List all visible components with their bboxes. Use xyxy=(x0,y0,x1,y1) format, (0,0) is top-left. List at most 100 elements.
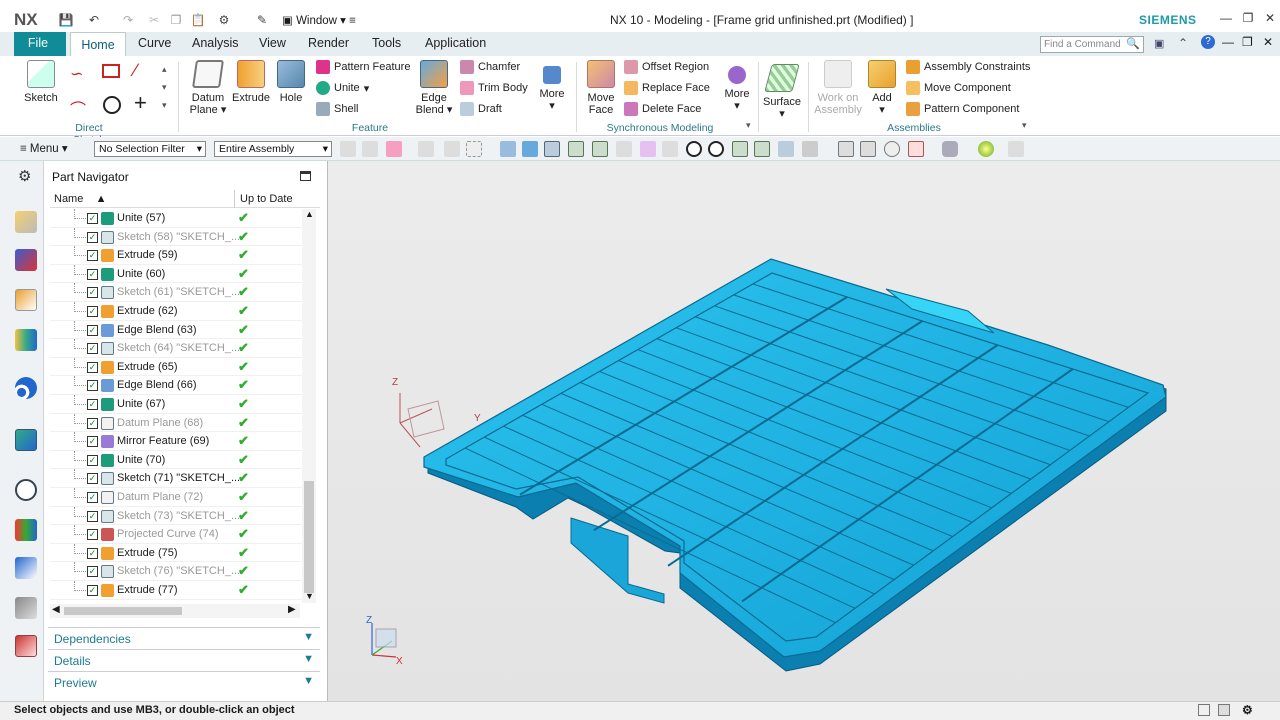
visibility-checkbox[interactable]: ✓ xyxy=(87,510,98,522)
details-section[interactable]: Details ▼ xyxy=(48,649,320,670)
visibility-checkbox[interactable]: ✓ xyxy=(87,417,98,429)
table-row[interactable]: ✓ Edge Blend (63) ✔ xyxy=(50,320,304,340)
table-row[interactable]: ✓ Extrude (62) ✔ xyxy=(50,302,304,321)
snap-icon[interactable] xyxy=(418,141,434,157)
help-icon[interactable]: ? xyxy=(1201,35,1215,49)
table-row[interactable]: ✓ Extrude (59) ✔ xyxy=(50,246,304,265)
table-row[interactable]: ✓ Extrude (77) ✔ xyxy=(50,581,304,600)
unite-button[interactable]: Unite ▾ xyxy=(316,81,369,95)
tab-tools[interactable]: Tools xyxy=(372,36,401,50)
scroll-thumb[interactable] xyxy=(304,481,314,593)
hole-button[interactable]: Hole xyxy=(274,60,308,104)
visibility-checkbox[interactable]: ✓ xyxy=(87,343,98,355)
visibility-checkbox[interactable]: ✓ xyxy=(87,473,98,485)
close-button[interactable]: ✕ xyxy=(1260,11,1280,29)
face-select-icon[interactable] xyxy=(544,141,560,157)
table-row[interactable]: ✓ Mirror Feature (69) ✔ xyxy=(50,432,304,451)
quadrant-point-icon[interactable] xyxy=(778,141,794,157)
table-row[interactable]: ✓ Unite (67) ✔ xyxy=(50,395,304,414)
visibility-checkbox[interactable]: ✓ xyxy=(87,566,98,578)
point-icon[interactable]: + xyxy=(134,90,147,116)
column-divider[interactable] xyxy=(234,190,235,208)
doc-restore-button[interactable]: ❐ xyxy=(1242,35,1253,49)
filter-icon[interactable] xyxy=(340,141,356,157)
pattern-feature-button[interactable]: Pattern Feature xyxy=(316,60,410,74)
edge-select-icon[interactable] xyxy=(568,141,584,157)
visibility-checkbox[interactable]: ✓ xyxy=(87,250,98,262)
table-row[interactable]: ✓ Unite (70) ✔ xyxy=(50,450,304,470)
part-navigator-icon[interactable] xyxy=(15,289,37,311)
curve-select-icon[interactable] xyxy=(592,141,608,157)
dependencies-section[interactable]: Dependencies ▼ xyxy=(48,627,320,648)
replace-face-button[interactable]: Replace Face xyxy=(624,81,710,95)
table-row[interactable]: ✓ Sketch (76) "SKETCH_... ✔ xyxy=(50,562,304,581)
visibility-checkbox[interactable]: ✓ xyxy=(87,585,98,596)
visibility-checkbox[interactable]: ✓ xyxy=(87,287,98,299)
name-column-header[interactable]: Name ▲ xyxy=(54,193,106,205)
circle-icon[interactable] xyxy=(103,96,121,114)
hd3d-tools-icon[interactable] xyxy=(15,377,37,399)
trim-body-button[interactable]: Trim Body xyxy=(460,81,528,95)
table-row[interactable]: ✓ Unite (60) ✔ xyxy=(50,264,304,284)
extrude-button[interactable]: Extrude xyxy=(232,60,270,104)
point-on-curve-icon[interactable] xyxy=(616,141,632,157)
selection-scope-dropdown[interactable]: Entire Assembly ▾ xyxy=(214,141,332,157)
arc-center-icon[interactable] xyxy=(708,141,724,157)
tab-curve[interactable]: Curve xyxy=(138,36,171,50)
table-row[interactable]: ✓ Extrude (65) ✔ xyxy=(50,357,304,377)
table-row[interactable]: ✓ Sketch (64) "SKETCH_... ✔ xyxy=(50,339,304,358)
scroll-down-icon[interactable]: ▼ xyxy=(305,591,314,601)
visibility-checkbox[interactable]: ✓ xyxy=(87,213,98,224)
history-icon[interactable] xyxy=(15,479,37,501)
frame-grid-part[interactable] xyxy=(423,258,1167,672)
tab-render[interactable]: Render xyxy=(308,36,349,50)
cut-icon[interactable]: ✂ xyxy=(146,12,162,28)
feature-select-icon[interactable] xyxy=(500,141,516,157)
work-on-assembly-button[interactable]: Work on Assembly xyxy=(814,60,862,116)
sketch-button[interactable]: Sketch xyxy=(22,60,60,104)
selection-filter-dropdown[interactable]: No Selection Filter ▾ xyxy=(94,141,206,157)
visibility-checkbox[interactable]: ✓ xyxy=(87,492,98,503)
table-row[interactable]: ✓ Sketch (73) "SKETCH_... ✔ xyxy=(50,506,304,526)
copy-icon[interactable]: ❐ xyxy=(168,12,184,28)
graphics-window[interactable]: Z Y Z X xyxy=(328,161,1280,701)
visibility-checkbox[interactable]: ✓ xyxy=(87,454,98,466)
visibility-checkbox[interactable]: ✓ xyxy=(87,268,98,280)
palette-icon[interactable] xyxy=(15,519,37,541)
redo-icon[interactable]: ↷ xyxy=(120,12,136,28)
delete-face-button[interactable]: Delete Face xyxy=(624,102,701,116)
visibility-checkbox[interactable]: ✓ xyxy=(87,231,98,243)
save-icon[interactable]: 💾 xyxy=(58,12,74,28)
scroll-up-icon[interactable]: ▲ xyxy=(305,209,314,219)
general-object-icon[interactable] xyxy=(386,141,402,157)
add-component-button[interactable]: Add ▾ xyxy=(866,60,898,116)
tab-file[interactable]: File xyxy=(14,32,66,56)
table-row[interactable]: ✓ Datum Plane (68) ✔ xyxy=(50,413,304,433)
table-row[interactable]: ✓ Sketch (71) "SKETCH_... ✔ xyxy=(50,469,304,488)
fit-icon[interactable] xyxy=(838,141,854,157)
scroll-left-icon[interactable]: ◀ xyxy=(52,604,60,615)
horizontal-scrollbar[interactable]: ◀ ▶ xyxy=(50,604,300,618)
feature-more-button[interactable]: More ▾ xyxy=(534,66,570,112)
web-browser-icon[interactable] xyxy=(15,429,37,451)
wcs-triad[interactable] xyxy=(399,393,445,448)
status-icon-1[interactable] xyxy=(1198,704,1210,716)
table-row[interactable]: ✓ Projected Curve (74) ✔ xyxy=(50,525,304,544)
paste-icon[interactable]: 📋 xyxy=(190,12,206,28)
menu-button[interactable]: ≡ Menu ▾ xyxy=(20,141,68,155)
assemblies-group-expand-icon[interactable]: ▾ xyxy=(1022,120,1027,131)
table-row[interactable]: ✓ Datum Plane (72) ✔ xyxy=(50,488,304,507)
table-row[interactable]: ✓ Sketch (58) "SKETCH_... ✔ xyxy=(50,227,304,247)
vertical-scrollbar[interactable]: ▲ ▼ xyxy=(302,209,316,603)
touch-mode-icon[interactable]: ✎ xyxy=(254,12,270,28)
orient-view-icon[interactable] xyxy=(908,141,924,157)
pattern-component-button[interactable]: Pattern Component xyxy=(906,102,1019,116)
maximize-panel-icon[interactable] xyxy=(300,171,311,181)
move-face-button[interactable]: Move Face xyxy=(584,60,618,116)
arc-icon[interactable]: ⌒ xyxy=(70,96,86,120)
intersection-icon[interactable] xyxy=(732,141,748,157)
datum-plane-button[interactable]: Datum Plane ▾ xyxy=(186,60,230,116)
control-point-icon[interactable] xyxy=(686,141,702,157)
gear-icon[interactable]: ⚙ xyxy=(18,167,31,185)
move-component-button[interactable]: Move Component xyxy=(906,81,1011,95)
